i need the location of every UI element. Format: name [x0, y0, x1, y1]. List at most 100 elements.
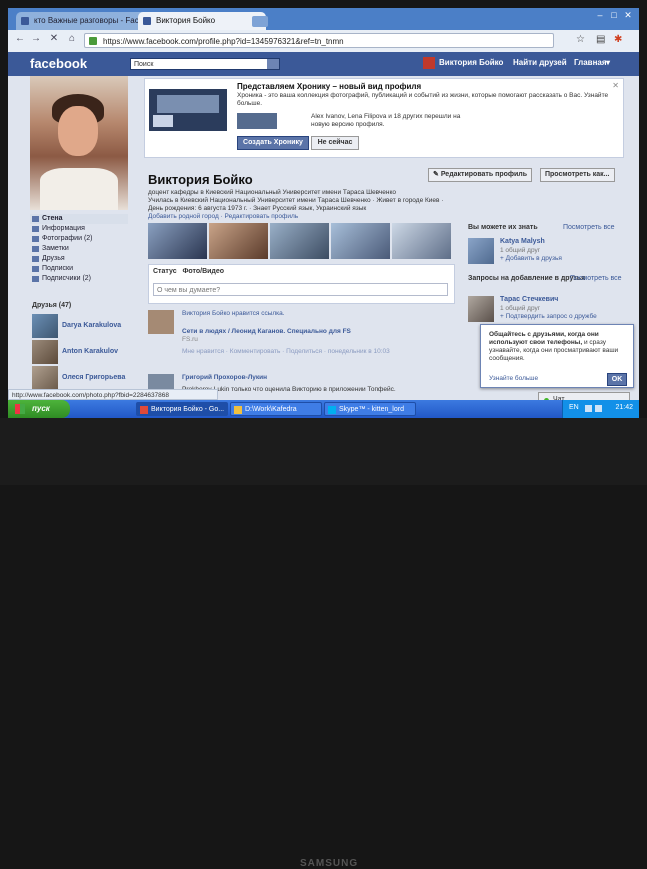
tab-photo-video[interactable]: Фото/Видео [182, 268, 224, 275]
feed-story: Виктория Бойко нравится ссылка. Сети в л… [148, 310, 453, 364]
see-all-link[interactable]: Посмотреть все [563, 224, 615, 231]
confirm-request-label: Подтвердить запрос о дружбе [505, 313, 597, 320]
left-nav-info[interactable]: Информация [30, 224, 128, 234]
left-nav-photos[interactable]: Фотографии (2) [30, 234, 128, 244]
maximize-icon[interactable]: □ [607, 10, 621, 20]
friends-header[interactable]: Друзья (47) [32, 302, 71, 309]
user-avatar-icon[interactable] [423, 57, 435, 69]
windows-logo-icon [15, 404, 25, 414]
friend-request: Тарас Стечкевич 1 общий друг + Подтверди… [468, 296, 618, 324]
close-icon[interactable]: ✕ [612, 81, 619, 90]
taskbar-item-chrome[interactable]: Виктория Бойко - Go... [136, 402, 228, 416]
nav-home[interactable]: Главная [574, 58, 607, 67]
friend-name[interactable]: Darya Karakulova [62, 322, 121, 329]
taskbar-item-skype[interactable]: Skype™ - kitten_lord [324, 402, 416, 416]
back-icon[interactable]: ← [14, 33, 26, 44]
folder-icon [234, 406, 242, 414]
banner-title: Представляем Хронику – новый вид профиля [237, 82, 422, 91]
page-icon[interactable]: ▤ [596, 34, 605, 45]
story-author-avatar[interactable] [148, 310, 174, 334]
profile-info-links[interactable]: Добавить родной город · Редактировать пр… [148, 213, 448, 221]
wrench-icon[interactable]: ✱ [614, 34, 622, 45]
minimize-icon[interactable]: – [593, 10, 607, 20]
edit-profile-button[interactable]: ✎ Редактировать профиль [428, 168, 533, 182]
friend-name[interactable]: Олеся Григорьева [62, 374, 125, 381]
photo-thumbnail[interactable] [148, 223, 207, 259]
photos-icon [32, 236, 39, 242]
nav-find-friends[interactable]: Найти друзей [513, 58, 567, 67]
tab-inactive[interactable]: кто Важные разговоры - Facebook ✕ [16, 12, 152, 30]
start-label: пуск [32, 404, 50, 413]
volume-icon[interactable] [595, 405, 602, 412]
person-name[interactable]: Тарас Стечкевич [500, 296, 558, 303]
language-indicator[interactable]: EN [569, 404, 579, 411]
friend-item[interactable]: Anton Karakulov [32, 340, 128, 364]
left-nav-label: Подписчики (2) [42, 275, 92, 282]
taskbar-item-folder[interactable]: D:\Work\Kafedra [230, 402, 322, 416]
friend-avatar[interactable] [32, 314, 58, 338]
friend-name[interactable]: Anton Karakulov [62, 348, 118, 355]
skype-icon [328, 406, 336, 414]
story-text: Prokhorov-Lukin только что оценила Викто… [182, 386, 396, 393]
person-name[interactable]: Katya Malysh [500, 238, 545, 245]
create-timeline-button[interactable]: Создать Хронику [237, 136, 309, 150]
new-tab-button[interactable] [252, 16, 268, 27]
friend-avatar[interactable] [32, 366, 58, 390]
friend-item[interactable]: Олеся Григорьева [32, 366, 128, 390]
profile-info-work: доцент кафедры в Киевский Национальный У… [148, 189, 396, 196]
search-input[interactable]: Поиск [130, 58, 280, 70]
account-dropdown-icon[interactable]: ▾ [606, 58, 610, 67]
person-avatar[interactable] [468, 238, 494, 264]
profile-name: Виктория Бойко [148, 172, 253, 187]
chrome-icon [140, 406, 148, 414]
nav-user[interactable]: Виктория Бойко [439, 58, 503, 67]
learn-more-link[interactable]: Узнайте больше [489, 375, 538, 382]
left-nav-label: Стена [42, 215, 63, 222]
photo-thumbnail[interactable] [209, 223, 268, 259]
friend-item[interactable]: Darya Karakulova [32, 314, 128, 338]
left-nav-subscriptions[interactable]: Подписки [30, 264, 128, 274]
section-title: Вы можете их знать [468, 224, 538, 231]
home-icon[interactable]: ⌂ [66, 33, 78, 44]
mobile-chat-tooltip: Общайтесь с друзьями, когда они использу… [480, 324, 634, 388]
forward-icon[interactable]: → [30, 33, 42, 44]
add-friend-link[interactable]: + Добавить в друзья [500, 255, 562, 262]
mutual-friends[interactable]: 1 общий друг [500, 247, 540, 254]
search-icon[interactable] [267, 59, 279, 69]
network-icon[interactable] [585, 405, 592, 412]
photo-thumbnail[interactable] [270, 223, 329, 259]
mutual-friends[interactable]: 1 общий друг [500, 305, 540, 312]
left-nav-subscribers[interactable]: Подписчики (2) [30, 274, 128, 284]
add-friend-label: Добавить в друзья [505, 255, 562, 262]
not-now-button[interactable]: Не сейчас [311, 136, 359, 150]
story-header[interactable]: Григорий Прохоров-Лукин [182, 374, 452, 382]
view-as-button[interactable]: Просмотреть как... [540, 168, 615, 182]
person-avatar[interactable] [468, 296, 494, 322]
tab-active[interactable]: Виктория Бойко ✕ [138, 12, 266, 30]
see-all-link[interactable]: Посмотреть все [570, 274, 622, 283]
status-input[interactable]: О чем вы думаете? [153, 283, 448, 296]
address-bar[interactable]: https://www.facebook.com/profile.php?id=… [84, 33, 554, 48]
profile-picture[interactable] [30, 76, 128, 210]
start-button[interactable]: пуск [8, 400, 70, 418]
confirm-request-link[interactable]: + Подтвердить запрос о дружбе [500, 313, 597, 320]
close-window-icon[interactable]: ✕ [621, 10, 635, 21]
star-icon[interactable]: ☆ [576, 34, 585, 45]
facebook-logo[interactable]: facebook [30, 56, 87, 71]
profile-photo-strip [148, 223, 453, 259]
reload-icon[interactable]: ✕ [48, 33, 60, 44]
left-nav-friends[interactable]: Друзья [30, 254, 128, 264]
left-nav-label: Друзья [42, 255, 65, 262]
left-nav-wall[interactable]: Стена [30, 214, 128, 224]
left-nav-notes[interactable]: Заметки [30, 244, 128, 254]
friends-thumbnails [237, 113, 277, 129]
ok-button[interactable]: OK [607, 373, 627, 386]
photo-thumbnail[interactable] [331, 223, 390, 259]
photo-thumbnail[interactable] [392, 223, 451, 259]
tab-status[interactable]: Статус [153, 268, 177, 275]
search-placeholder: Поиск [134, 61, 154, 68]
story-link-title[interactable]: Сети в людях / Леонид Каганов. Специальн… [182, 328, 452, 336]
friend-avatar[interactable] [32, 340, 58, 364]
story-meta[interactable]: Мне нравится · Комментировать · Поделить… [182, 348, 452, 356]
story-header: Виктория Бойко нравится ссылка. [182, 310, 285, 317]
